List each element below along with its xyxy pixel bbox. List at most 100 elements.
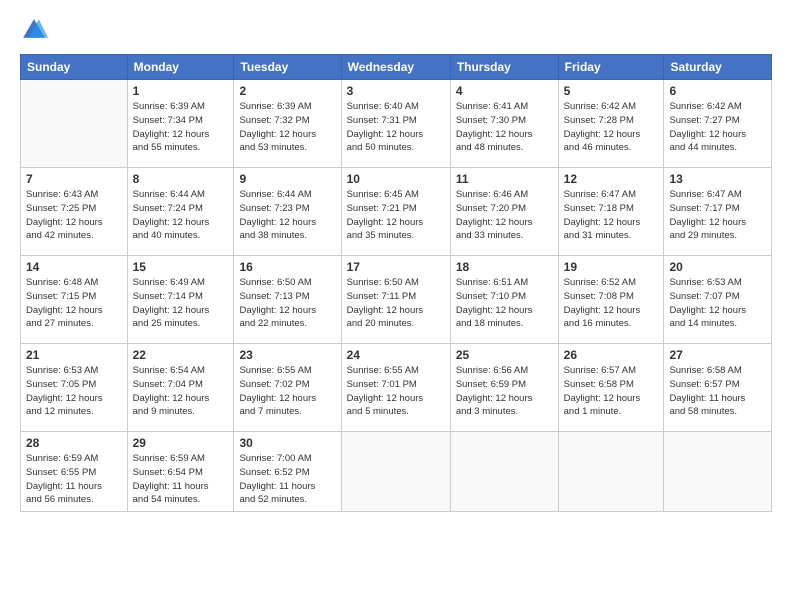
calendar-cell: 21 Sunrise: 6:53 AM Sunset: 7:05 PM Dayli…: [21, 344, 128, 432]
day-info: Sunrise: 6:59 AM Sunset: 6:55 PM Dayligh…: [26, 452, 122, 507]
calendar-cell: 7 Sunrise: 6:43 AM Sunset: 7:25 PM Daylig…: [21, 168, 128, 256]
day-number: 22: [133, 348, 229, 362]
day-info: Sunrise: 6:49 AM Sunset: 7:14 PM Dayligh…: [133, 276, 229, 331]
calendar-cell: 8 Sunrise: 6:44 AM Sunset: 7:24 PM Daylig…: [127, 168, 234, 256]
day-number: 3: [347, 84, 445, 98]
day-info: Sunrise: 6:54 AM Sunset: 7:04 PM Dayligh…: [133, 364, 229, 419]
logo-icon: [20, 16, 48, 44]
day-info: Sunrise: 6:52 AM Sunset: 7:08 PM Dayligh…: [564, 276, 659, 331]
day-number: 11: [456, 172, 553, 186]
calendar-cell: [21, 80, 128, 168]
calendar-cell: [341, 432, 450, 512]
calendar-cell: [558, 432, 664, 512]
day-info: Sunrise: 6:55 AM Sunset: 7:01 PM Dayligh…: [347, 364, 445, 419]
calendar-cell: 28 Sunrise: 6:59 AM Sunset: 6:55 PM Dayli…: [21, 432, 128, 512]
day-number: 16: [239, 260, 335, 274]
calendar-cell: 26Sunrise: 6:57 AM Sunset: 6:58 PM Dayli…: [558, 344, 664, 432]
calendar-cell: 27 Sunrise: 6:58 AM Sunset: 6:57 PM Dayli…: [664, 344, 772, 432]
day-info: Sunrise: 6:58 AM Sunset: 6:57 PM Dayligh…: [669, 364, 766, 419]
day-info: Sunrise: 6:40 AM Sunset: 7:31 PM Dayligh…: [347, 100, 445, 155]
weekday-header-wednesday: Wednesday: [341, 55, 450, 80]
calendar-cell: 15 Sunrise: 6:49 AM Sunset: 7:14 PM Dayli…: [127, 256, 234, 344]
day-number: 8: [133, 172, 229, 186]
day-info: Sunrise: 6:42 AM Sunset: 7:27 PM Dayligh…: [669, 100, 766, 155]
day-info: Sunrise: 6:51 AM Sunset: 7:10 PM Dayligh…: [456, 276, 553, 331]
week-row-1: 1 Sunrise: 6:39 AM Sunset: 7:34 PM Daylig…: [21, 80, 772, 168]
day-info: Sunrise: 6:53 AM Sunset: 7:07 PM Dayligh…: [669, 276, 766, 331]
weekday-header-saturday: Saturday: [664, 55, 772, 80]
day-info: Sunrise: 6:45 AM Sunset: 7:21 PM Dayligh…: [347, 188, 445, 243]
calendar-cell: 1 Sunrise: 6:39 AM Sunset: 7:34 PM Daylig…: [127, 80, 234, 168]
calendar-cell: 14 Sunrise: 6:48 AM Sunset: 7:15 PM Dayli…: [21, 256, 128, 344]
weekday-header-friday: Friday: [558, 55, 664, 80]
day-number: 9: [239, 172, 335, 186]
day-number: 4: [456, 84, 553, 98]
calendar-cell: 3 Sunrise: 6:40 AM Sunset: 7:31 PM Daylig…: [341, 80, 450, 168]
day-info: Sunrise: 6:39 AM Sunset: 7:34 PM Dayligh…: [133, 100, 229, 155]
day-number: 19: [564, 260, 659, 274]
calendar-cell: [450, 432, 558, 512]
calendar-cell: 6 Sunrise: 6:42 AM Sunset: 7:27 PM Daylig…: [664, 80, 772, 168]
day-number: 6: [669, 84, 766, 98]
weekday-header-monday: Monday: [127, 55, 234, 80]
page-header: [20, 16, 772, 44]
day-number: 23: [239, 348, 335, 362]
day-info: Sunrise: 6:42 AM Sunset: 7:28 PM Dayligh…: [564, 100, 659, 155]
calendar-cell: 5 Sunrise: 6:42 AM Sunset: 7:28 PM Daylig…: [558, 80, 664, 168]
day-info: Sunrise: 6:53 AM Sunset: 7:05 PM Dayligh…: [26, 364, 122, 419]
calendar-cell: 10 Sunrise: 6:45 AM Sunset: 7:21 PM Dayli…: [341, 168, 450, 256]
day-number: 17: [347, 260, 445, 274]
calendar-cell: 30 Sunrise: 7:00 AM Sunset: 6:52 PM Dayli…: [234, 432, 341, 512]
day-info: Sunrise: 6:50 AM Sunset: 7:11 PM Dayligh…: [347, 276, 445, 331]
day-info: Sunrise: 6:46 AM Sunset: 7:20 PM Dayligh…: [456, 188, 553, 243]
week-row-2: 7 Sunrise: 6:43 AM Sunset: 7:25 PM Daylig…: [21, 168, 772, 256]
calendar-cell: 25Sunrise: 6:56 AM Sunset: 6:59 PM Dayli…: [450, 344, 558, 432]
weekday-header-thursday: Thursday: [450, 55, 558, 80]
calendar-cell: 13Sunrise: 6:47 AM Sunset: 7:17 PM Dayli…: [664, 168, 772, 256]
calendar-table: SundayMondayTuesdayWednesdayThursdayFrid…: [20, 54, 772, 512]
week-row-5: 28 Sunrise: 6:59 AM Sunset: 6:55 PM Dayli…: [21, 432, 772, 512]
calendar-cell: 24 Sunrise: 6:55 AM Sunset: 7:01 PM Dayli…: [341, 344, 450, 432]
calendar-cell: 2Sunrise: 6:39 AM Sunset: 7:32 PM Daylig…: [234, 80, 341, 168]
calendar-page: SundayMondayTuesdayWednesdayThursdayFrid…: [0, 0, 792, 612]
day-info: Sunrise: 6:57 AM Sunset: 6:58 PM Dayligh…: [564, 364, 659, 419]
day-info: Sunrise: 6:59 AM Sunset: 6:54 PM Dayligh…: [133, 452, 229, 507]
calendar-cell: 9 Sunrise: 6:44 AM Sunset: 7:23 PM Daylig…: [234, 168, 341, 256]
calendar-cell: 17 Sunrise: 6:50 AM Sunset: 7:11 PM Dayli…: [341, 256, 450, 344]
day-info: Sunrise: 7:00 AM Sunset: 6:52 PM Dayligh…: [239, 452, 335, 507]
day-number: 27: [669, 348, 766, 362]
day-info: Sunrise: 6:43 AM Sunset: 7:25 PM Dayligh…: [26, 188, 122, 243]
day-number: 30: [239, 436, 335, 450]
day-number: 20: [669, 260, 766, 274]
day-info: Sunrise: 6:47 AM Sunset: 7:17 PM Dayligh…: [669, 188, 766, 243]
day-info: Sunrise: 6:44 AM Sunset: 7:24 PM Dayligh…: [133, 188, 229, 243]
day-number: 7: [26, 172, 122, 186]
day-info: Sunrise: 6:48 AM Sunset: 7:15 PM Dayligh…: [26, 276, 122, 331]
day-number: 28: [26, 436, 122, 450]
week-row-3: 14 Sunrise: 6:48 AM Sunset: 7:15 PM Dayli…: [21, 256, 772, 344]
calendar-cell: 23 Sunrise: 6:55 AM Sunset: 7:02 PM Dayli…: [234, 344, 341, 432]
day-number: 21: [26, 348, 122, 362]
weekday-header-row: SundayMondayTuesdayWednesdayThursdayFrid…: [21, 55, 772, 80]
calendar-cell: 18Sunrise: 6:51 AM Sunset: 7:10 PM Dayli…: [450, 256, 558, 344]
calendar-cell: 16 Sunrise: 6:50 AM Sunset: 7:13 PM Dayli…: [234, 256, 341, 344]
weekday-header-tuesday: Tuesday: [234, 55, 341, 80]
day-number: 15: [133, 260, 229, 274]
day-info: Sunrise: 6:50 AM Sunset: 7:13 PM Dayligh…: [239, 276, 335, 331]
day-number: 14: [26, 260, 122, 274]
day-number: 12: [564, 172, 659, 186]
day-info: Sunrise: 6:44 AM Sunset: 7:23 PM Dayligh…: [239, 188, 335, 243]
calendar-cell: 29Sunrise: 6:59 AM Sunset: 6:54 PM Dayli…: [127, 432, 234, 512]
day-number: 5: [564, 84, 659, 98]
day-number: 25: [456, 348, 553, 362]
day-info: Sunrise: 6:55 AM Sunset: 7:02 PM Dayligh…: [239, 364, 335, 419]
day-number: 10: [347, 172, 445, 186]
calendar-cell: 22 Sunrise: 6:54 AM Sunset: 7:04 PM Dayli…: [127, 344, 234, 432]
day-info: Sunrise: 6:47 AM Sunset: 7:18 PM Dayligh…: [564, 188, 659, 243]
day-number: 2: [239, 84, 335, 98]
week-row-4: 21 Sunrise: 6:53 AM Sunset: 7:05 PM Dayli…: [21, 344, 772, 432]
day-number: 1: [133, 84, 229, 98]
calendar-cell: 20 Sunrise: 6:53 AM Sunset: 7:07 PM Dayli…: [664, 256, 772, 344]
weekday-header-sunday: Sunday: [21, 55, 128, 80]
day-number: 24: [347, 348, 445, 362]
